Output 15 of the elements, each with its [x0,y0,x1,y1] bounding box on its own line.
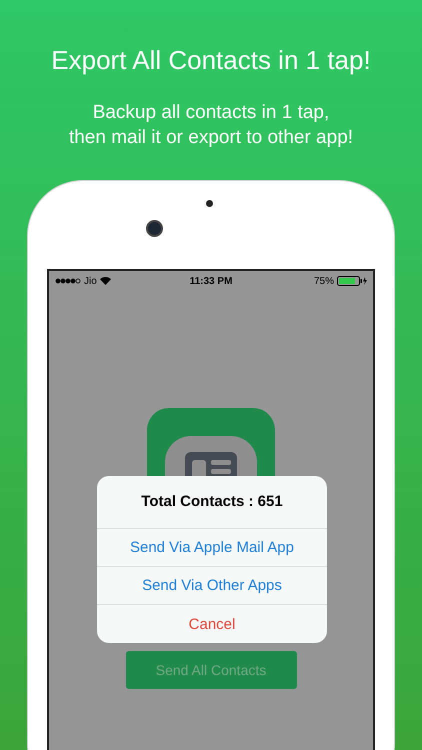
wifi-icon [100,277,111,285]
carrier-name: Jio [84,276,97,286]
status-time: 11:33 PM [190,276,232,286]
subtitle: Backup all contacts in 1 tap, then mail it or export to other app! [68,101,354,150]
battery-percent: 75% [314,276,334,286]
camera-lens [146,220,163,237]
alert-action-button[interactable]: Send Via Apple Mail App [97,529,327,567]
battery-icon [337,276,367,286]
sensor-dot [206,200,213,207]
headline: Export All Contacts in 1 tap! [51,44,371,76]
alert-title: Total Contacts : 651 [97,476,327,529]
alert-action-button[interactable]: Cancel [97,605,327,643]
signal-icon [55,278,81,284]
app-icon [147,408,275,476]
alert-action-button[interactable]: Send Via Other Apps [97,567,327,605]
